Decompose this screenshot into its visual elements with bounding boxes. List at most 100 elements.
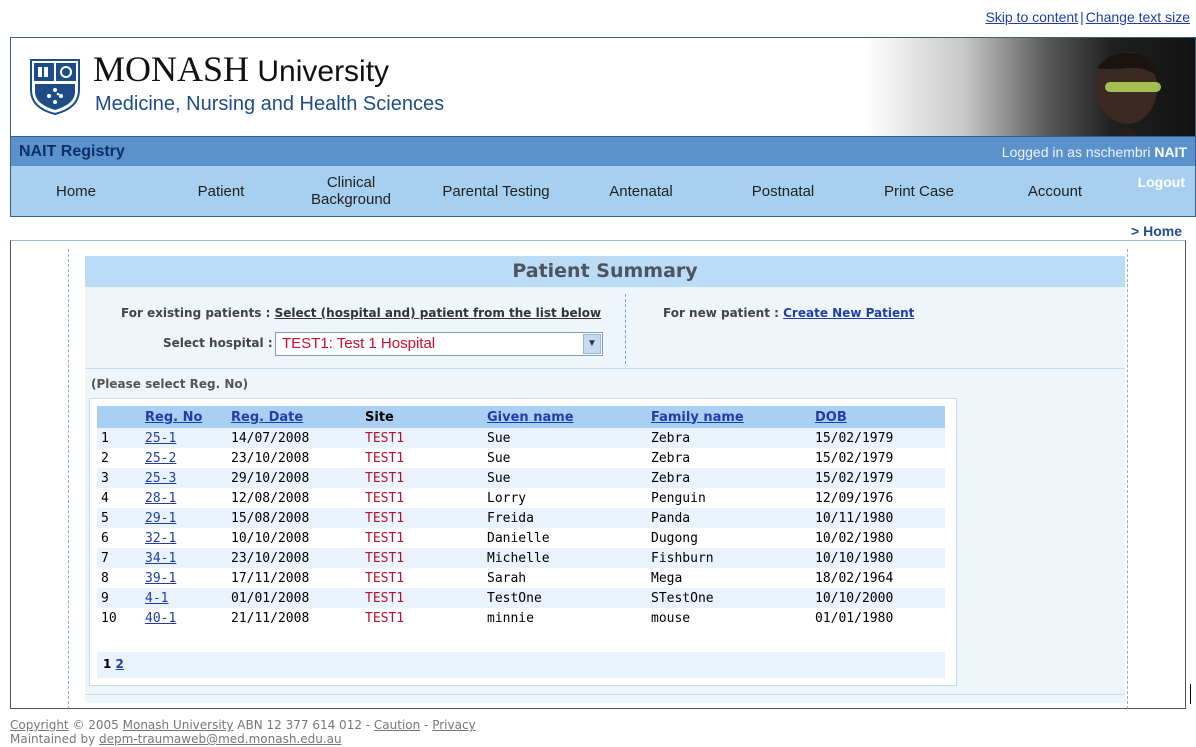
- sort-family-name-link[interactable]: Family name: [651, 410, 744, 425]
- reg-no-link[interactable]: 25-1: [145, 431, 176, 446]
- hospital-select[interactable]: TEST1: Test 1 Hospital ▼: [275, 332, 603, 356]
- reg-no-link[interactable]: 34-1: [145, 551, 176, 566]
- reg-no-link[interactable]: 28-1: [145, 491, 176, 506]
- table-row[interactable]: 5 29-1 15/08/2008 TEST1 Freida Panda 10/11/198…: [97, 508, 945, 528]
- cell-reg-date: 21/11/2008: [231, 610, 310, 626]
- cell-reg-no[interactable]: 4-1: [141, 588, 227, 608]
- cell-given-name: Lorry: [487, 490, 527, 506]
- table-row[interactable]: 8 39-1 17/11/2008 TEST1 Sarah Mega 18/02/1964: [97, 568, 945, 588]
- col-family-name-header[interactable]: Family name: [647, 406, 811, 428]
- cell-reg-date: 29/10/2008: [231, 470, 310, 486]
- reg-no-link[interactable]: 29-1: [145, 511, 176, 526]
- student-photo-image: [1097, 52, 1161, 136]
- cell-dob: 10/10/1980: [815, 550, 894, 566]
- logout-button[interactable]: Logout: [1138, 174, 1185, 190]
- cell-reg-no[interactable]: 25-1: [141, 428, 227, 448]
- nav-print-case[interactable]: Print Case: [869, 166, 969, 216]
- col-reg-date-header[interactable]: Reg. Date: [227, 406, 361, 428]
- reg-no-link[interactable]: 25-3: [145, 471, 176, 486]
- cell-site: TEST1: [365, 430, 405, 446]
- nav-parental-testing[interactable]: Parental Testing: [426, 166, 566, 216]
- banner: MONASH University Medicine, Nursing and …: [11, 38, 1195, 136]
- cell-family-name: STestOne: [651, 590, 714, 606]
- cell-reg-no[interactable]: 39-1: [141, 568, 227, 588]
- sort-reg-date-link[interactable]: Reg. Date: [231, 410, 303, 425]
- sort-reg-no-link[interactable]: Reg. No: [145, 410, 202, 425]
- reg-no-link[interactable]: 4-1: [145, 591, 168, 606]
- cell-dob: 15/02/1979: [815, 450, 894, 466]
- chevron-down-icon[interactable]: ▼: [583, 334, 601, 354]
- col-given-name-header[interactable]: Given name: [483, 406, 647, 428]
- cell-reg-no[interactable]: 25-3: [141, 468, 227, 488]
- table-row[interactable]: 9 4-1 01/01/2008 TEST1 TestOne STestOne 10/10/…: [97, 588, 945, 608]
- monash-crest-logo[interactable]: [25, 56, 85, 116]
- login-user-text: Logged in as nschembri: [1001, 144, 1151, 160]
- brand-university: University: [249, 55, 390, 88]
- page-current: 1: [103, 657, 112, 671]
- table-row[interactable]: 2 25-2 23/10/2008 TEST1 Sue Zebra 15/02/1979: [97, 448, 945, 468]
- cell-given-name: Sue: [487, 450, 511, 466]
- cell-reg-date: 12/08/2008: [231, 490, 310, 506]
- create-new-patient-link[interactable]: Create New Patient: [783, 306, 914, 320]
- copyright-year: © 2005: [68, 718, 123, 732]
- cell-dob: 10/11/1980: [815, 510, 894, 526]
- cell-row-index: 1: [101, 430, 109, 446]
- nav-antenatal[interactable]: Antenatal: [591, 166, 691, 216]
- cell-reg-no[interactable]: 34-1: [141, 548, 227, 568]
- cell-reg-no[interactable]: 29-1: [141, 508, 227, 528]
- cell-given-name: Sarah: [487, 570, 527, 586]
- monash-university-link[interactable]: Monash University: [123, 718, 234, 732]
- cell-given-name: Michelle: [487, 550, 550, 566]
- nav-patient[interactable]: Patient: [171, 166, 271, 216]
- cell-family-name: mouse: [651, 610, 691, 626]
- table-row[interactable]: 10 40-1 21/11/2008 TEST1 minnie mouse 01/01/19…: [97, 608, 945, 628]
- footer-line-1: Copyright © 2005 Monash University ABN 1…: [10, 718, 476, 732]
- reg-no-link[interactable]: 40-1: [145, 611, 176, 626]
- nav-clinical-background[interactable]: Clinical Background: [303, 166, 399, 216]
- patient-table-body: 1 25-1 14/07/2008 TEST1 Sue Zebra 15/02/1979 2 2…: [97, 428, 945, 628]
- main-content: Patient Summary For existing patients : …: [10, 240, 1186, 709]
- reg-no-link[interactable]: 32-1: [145, 531, 176, 546]
- cell-reg-no[interactable]: 28-1: [141, 488, 227, 508]
- cell-row-index: 7: [101, 550, 109, 566]
- cell-family-name: Fishburn: [651, 550, 714, 566]
- cell-given-name: Danielle: [487, 530, 550, 546]
- faculty-name: Medicine, Nursing and Health Sciences: [95, 93, 445, 115]
- col-dob-header[interactable]: DOB: [811, 406, 945, 428]
- cell-given-name: Sue: [487, 470, 511, 486]
- cell-site: TEST1: [365, 570, 405, 586]
- cell-reg-no[interactable]: 32-1: [141, 528, 227, 548]
- cell-family-name: Zebra: [651, 450, 691, 466]
- copyright-link[interactable]: Copyright: [10, 718, 69, 732]
- table-row[interactable]: 6 32-1 10/10/2008 TEST1 Danielle Dugong 10/02/…: [97, 528, 945, 548]
- cell-reg-no[interactable]: 40-1: [141, 608, 227, 628]
- cell-reg-no[interactable]: 25-2: [141, 448, 227, 468]
- privacy-link[interactable]: Privacy: [432, 718, 475, 732]
- table-row[interactable]: 3 25-3 29/10/2008 TEST1 Sue Zebra 15/02/1979: [97, 468, 945, 488]
- reg-no-link[interactable]: 25-2: [145, 451, 176, 466]
- cell-reg-date: 10/10/2008: [231, 530, 310, 546]
- cell-reg-date: 23/10/2008: [231, 550, 310, 566]
- existing-patients-label: For existing patients :: [121, 306, 271, 320]
- right-divider: [1127, 249, 1128, 709]
- sort-given-name-link[interactable]: Given name: [487, 410, 574, 425]
- table-row[interactable]: 1 25-1 14/07/2008 TEST1 Sue Zebra 15/02/1979: [97, 428, 945, 448]
- maintainer-email-link[interactable]: depm-traumaweb@med.monash.edu.au: [99, 732, 342, 746]
- cell-row-index: 8: [101, 570, 109, 586]
- section-separator: [85, 368, 1125, 369]
- change-text-size-link[interactable]: Change text size: [1086, 9, 1190, 25]
- nav-account[interactable]: Account: [1005, 166, 1105, 216]
- select-patient-link[interactable]: Select (hospital and) patient from the l…: [275, 306, 601, 320]
- skip-to-content-link[interactable]: Skip to content: [985, 9, 1078, 25]
- table-row[interactable]: 7 34-1 23/10/2008 TEST1 Michelle Fishburn 10/1…: [97, 548, 945, 568]
- table-row[interactable]: 4 28-1 12/08/2008 TEST1 Lorry Penguin 12/09/19…: [97, 488, 945, 508]
- col-reg-no-header[interactable]: Reg. No: [141, 406, 227, 428]
- page-2-link[interactable]: 2: [116, 657, 124, 671]
- sort-dob-link[interactable]: DOB: [815, 410, 847, 425]
- reg-no-link[interactable]: 39-1: [145, 571, 176, 586]
- caution-link[interactable]: Caution: [374, 718, 420, 732]
- nav-postnatal[interactable]: Postnatal: [733, 166, 833, 216]
- breadcrumb[interactable]: > Home: [1131, 223, 1182, 239]
- nav-home[interactable]: Home: [31, 166, 121, 216]
- cell-site: TEST1: [365, 610, 405, 626]
